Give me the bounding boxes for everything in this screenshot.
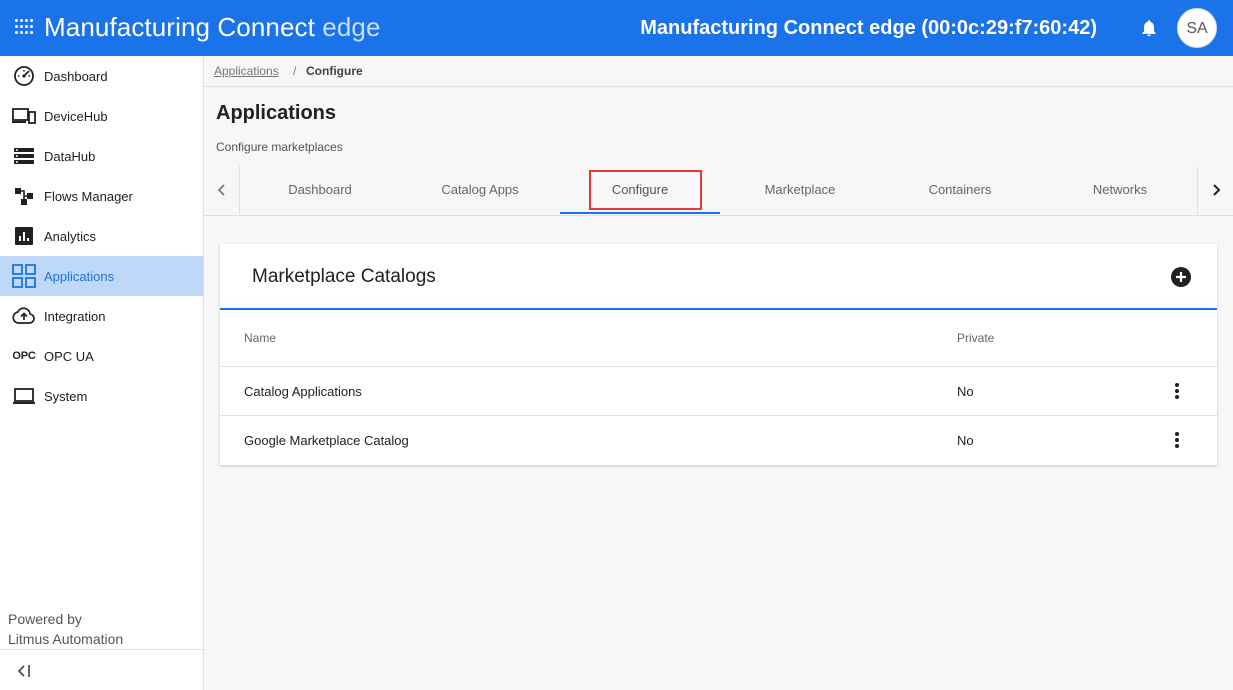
flows-icon — [12, 184, 36, 208]
tab-marketplace[interactable]: Marketplace — [720, 166, 880, 214]
app-launcher-icon[interactable] — [15, 19, 35, 37]
sidebar: Dashboard DeviceHub DataHub Flows Manage… — [0, 56, 204, 690]
sidebar-item-label: Dashboard — [44, 68, 108, 84]
opc-icon: OPC — [12, 344, 36, 368]
sidebar-item-label: Analytics — [44, 228, 97, 244]
apps-grid-icon — [12, 264, 36, 288]
tab-bar: Dashboard Catalog Apps Configure Marketp… — [204, 166, 1233, 216]
sidebar-item-opc-ua[interactable]: OPC OPC UA — [0, 336, 203, 376]
speedometer-icon — [12, 64, 36, 88]
sidebar-item-integration[interactable]: Integration — [0, 296, 203, 336]
sidebar-item-label: OPC UA — [44, 348, 94, 364]
device-title: Manufacturing Connect edge (00:0c:29:f7:… — [640, 17, 1097, 39]
brand-suffix: edge — [322, 12, 381, 42]
tab-catalog-apps[interactable]: Catalog Apps — [400, 166, 560, 214]
sidebar-item-flows-manager[interactable]: Flows Manager — [0, 176, 203, 216]
more-vert-icon[interactable] — [1170, 381, 1184, 401]
cloud-upload-icon — [12, 304, 36, 328]
chevron-right-icon — [1212, 184, 1220, 196]
column-header-name[interactable]: Name — [244, 331, 276, 345]
sidebar-item-dashboard[interactable]: Dashboard — [0, 56, 203, 96]
breadcrumb: Applications / Configure — [204, 56, 1233, 87]
sidebar-item-datahub[interactable]: DataHub — [0, 136, 203, 176]
sidebar-item-analytics[interactable]: Analytics — [0, 216, 203, 256]
table-row[interactable]: Catalog Applications No — [220, 366, 1217, 415]
sidebar-item-label: System — [44, 388, 88, 404]
user-avatar[interactable]: SA — [1177, 8, 1217, 48]
powered-by-line1: Powered by — [8, 611, 82, 627]
storage-icon — [12, 144, 36, 168]
devices-icon — [12, 104, 36, 128]
tabs-scroll-left-button[interactable] — [204, 166, 240, 214]
annotation-highlight-box — [589, 170, 702, 210]
notifications-bell-icon[interactable] — [1139, 18, 1159, 38]
chevron-left-icon — [217, 184, 225, 196]
sidebar-item-devicehub[interactable]: DeviceHub — [0, 96, 203, 136]
brand-main: Manufacturing Connect — [44, 12, 315, 42]
sidebar-item-label: Applications — [44, 268, 115, 284]
sidebar-item-label: DeviceHub — [44, 108, 108, 124]
tab-dashboard[interactable]: Dashboard — [240, 166, 400, 214]
cell-name: Catalog Applications — [244, 384, 362, 399]
sidebar-item-label: Flows Manager — [44, 188, 133, 204]
page-subtitle: Configure marketplaces — [216, 140, 343, 154]
table-row[interactable]: Google Marketplace Catalog No — [220, 415, 1217, 464]
more-vert-icon[interactable] — [1170, 430, 1184, 450]
sidebar-item-applications[interactable]: Applications — [0, 256, 203, 296]
breadcrumb-current: Configure — [306, 64, 363, 78]
column-header-private[interactable]: Private — [957, 331, 994, 345]
card-title: Marketplace Catalogs — [252, 266, 436, 287]
collapse-sidebar-icon[interactable] — [16, 663, 34, 679]
breadcrumb-separator: / — [293, 64, 297, 78]
tabs-scroll-right-button[interactable] — [1197, 166, 1233, 214]
marketplace-catalogs-card: Marketplace Catalogs Name Private Catalo… — [220, 244, 1217, 465]
tab-containers[interactable]: Containers — [880, 166, 1040, 214]
cell-private: No — [957, 433, 974, 448]
analytics-icon — [12, 224, 36, 248]
sidebar-divider — [0, 649, 203, 650]
cell-name: Google Marketplace Catalog — [244, 433, 409, 448]
laptop-icon — [12, 384, 36, 408]
top-app-bar: Manufacturing Connect edge Manufacturing… — [0, 0, 1233, 56]
page-title: Applications — [216, 102, 337, 124]
opc-icon-text: OPC — [12, 350, 36, 362]
sidebar-item-system[interactable]: System — [0, 376, 203, 416]
breadcrumb-applications-link[interactable]: Applications — [214, 64, 279, 78]
sidebar-item-label: Integration — [44, 308, 106, 324]
card-header-divider — [220, 308, 1217, 310]
sidebar-item-label: DataHub — [44, 148, 96, 164]
powered-by: Powered by Litmus Automation — [8, 609, 123, 649]
brand-logo-text[interactable]: Manufacturing Connect edge — [44, 12, 381, 43]
cell-private: No — [957, 384, 974, 399]
tab-networks[interactable]: Networks — [1040, 166, 1200, 214]
powered-by-line2: Litmus Automation — [8, 631, 124, 647]
add-circle-icon[interactable] — [1170, 266, 1192, 288]
